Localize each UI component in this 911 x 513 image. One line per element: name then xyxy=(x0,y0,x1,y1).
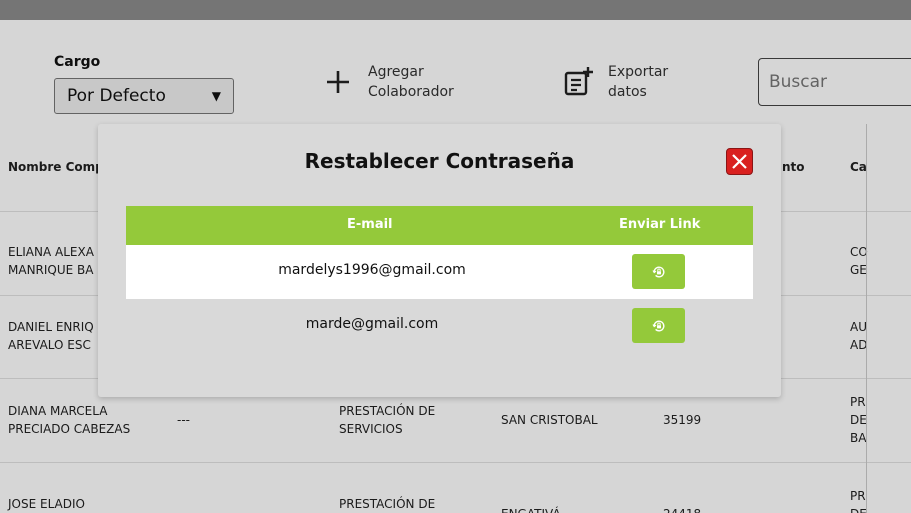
close-button[interactable] xyxy=(726,148,753,175)
email-cell: mardelys1996@gmail.com xyxy=(278,262,466,278)
modal-title: Restablecer Contraseña xyxy=(304,149,575,173)
lock-reset-icon xyxy=(651,320,664,331)
column-header-email: E-mail xyxy=(347,217,393,232)
close-icon xyxy=(732,154,747,169)
reset-table-header: E-mail Enviar Link xyxy=(126,206,753,245)
table-row: marde@gmail.com xyxy=(126,299,753,353)
reset-table: E-mail Enviar Link mardelys1996@gmail.co… xyxy=(126,206,753,353)
lock-reset-icon xyxy=(651,266,664,277)
column-header-send-link: Enviar Link xyxy=(619,217,701,232)
reset-password-modal: Restablecer Contraseña E-mail Enviar Lin… xyxy=(98,124,781,397)
table-row: mardelys1996@gmail.com xyxy=(126,245,753,299)
email-cell: marde@gmail.com xyxy=(305,316,439,332)
send-link-button[interactable] xyxy=(632,308,685,343)
send-link-button[interactable] xyxy=(632,254,685,289)
